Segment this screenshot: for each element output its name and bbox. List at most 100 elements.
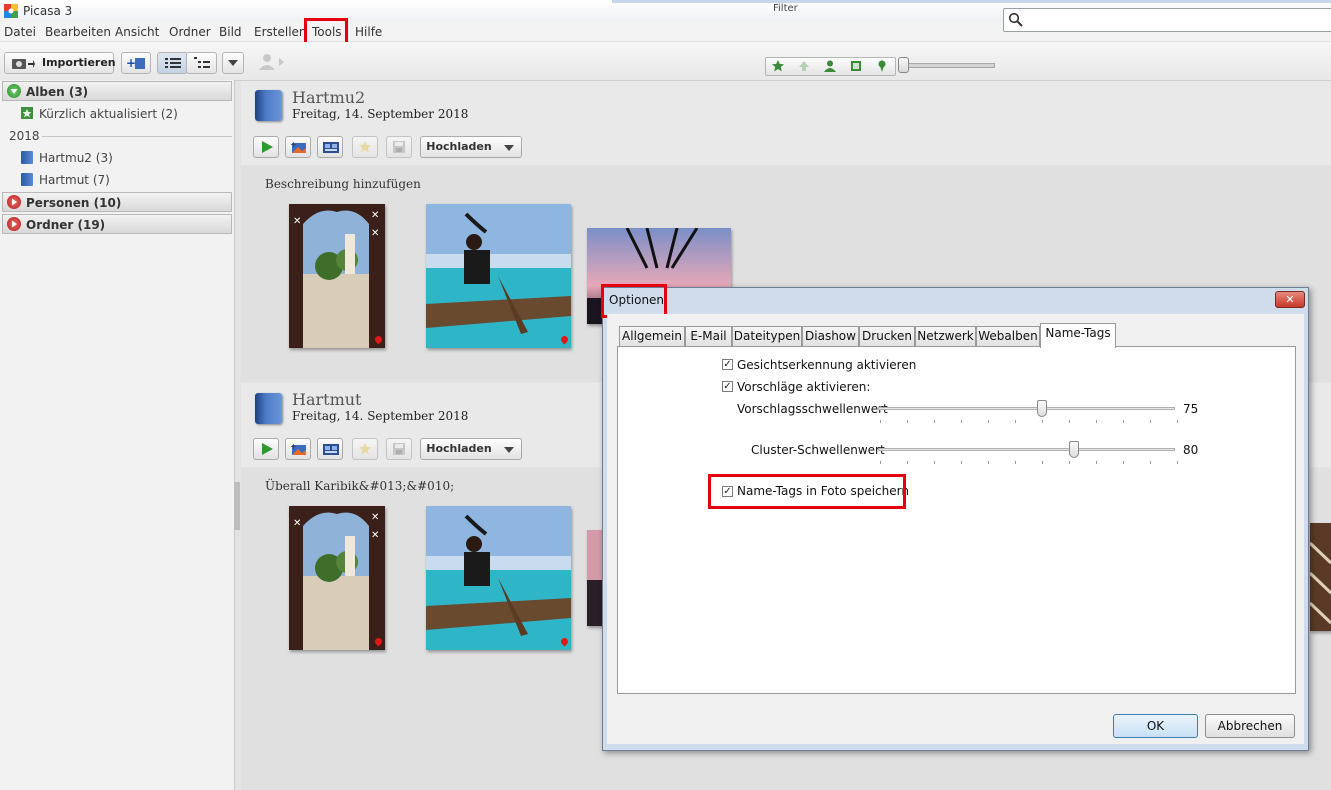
save-tags-highlight <box>708 474 906 509</box>
tab-dateitypen[interactable]: Dateitypen <box>732 326 802 347</box>
album-date: Freitag, 14. September 2018 <box>292 409 469 423</box>
app-title: Picasa 3 <box>23 4 73 18</box>
list-view-icon <box>165 58 181 68</box>
save-album-button[interactable] <box>386 438 412 460</box>
person-filter-icon[interactable] <box>823 59 837 73</box>
suggestions-checkbox[interactable]: ✓ <box>722 381 733 392</box>
slider-tick <box>988 420 989 423</box>
star-album-button[interactable] <box>352 438 378 460</box>
tab-diashow[interactable]: Diashow <box>802 326 859 347</box>
slideshow-button[interactable] <box>253 136 279 158</box>
filter-slider-thumb[interactable] <box>898 57 909 73</box>
upload-dropdown-button[interactable] <box>497 136 522 158</box>
star-filter-icon[interactable] <box>771 59 785 73</box>
collapsed-icon <box>7 217 21 231</box>
menu-ordner[interactable]: Ordner <box>169 25 211 39</box>
video-filter-icon[interactable] <box>849 59 863 73</box>
suggest-threshold-label: Vorschlagsschwellenwert <box>737 402 888 416</box>
collage-button[interactable] <box>317 438 343 460</box>
upload-dropdown-button[interactable] <box>497 438 522 460</box>
tab-drucken[interactable]: Drucken <box>859 326 915 347</box>
svg-text:+: + <box>290 442 297 451</box>
slider-tick <box>1042 461 1043 464</box>
play-icon <box>262 443 273 455</box>
face-detection-label[interactable]: Gesichtserkennung aktivieren <box>737 358 916 372</box>
photo-thumbnail[interactable] <box>1310 523 1331 631</box>
album-title[interactable]: Hartmu2 <box>292 88 365 107</box>
upload-button[interactable]: Hochladen <box>420 438 498 460</box>
suggestions-label[interactable]: Vorschläge aktivieren: <box>737 380 870 394</box>
tab-webalben[interactable]: Webalben <box>976 326 1040 347</box>
star-album-button[interactable] <box>352 136 378 158</box>
cluster-threshold-label: Cluster-Schwellenwert <box>751 443 885 457</box>
album-title[interactable]: Hartmut <box>292 390 361 409</box>
menu-ansicht[interactable]: Ansicht <box>115 25 159 39</box>
tab-email[interactable]: E-Mail <box>685 326 732 347</box>
cluster-threshold-thumb[interactable] <box>1069 441 1079 458</box>
filter-slider-track[interactable] <box>905 63 995 68</box>
sidebar-item-hartmut[interactable]: Hartmut (7) <box>39 173 110 187</box>
tree-view-icon <box>194 57 210 68</box>
album-date: Freitag, 14. September 2018 <box>292 107 469 121</box>
face-detection-checkbox[interactable]: ✓ <box>722 359 733 370</box>
slideshow-button[interactable] <box>253 438 279 460</box>
edit-album-button[interactable]: + <box>285 438 311 460</box>
suggest-threshold-thumb[interactable] <box>1037 400 1047 417</box>
photo-thumbnail[interactable] <box>426 506 571 650</box>
sidebar-item-hartmu2[interactable]: Hartmu2 (3) <box>39 151 113 165</box>
tab-name-tags[interactable]: Name-Tags <box>1040 323 1116 348</box>
menu-datei[interactable]: Datei <box>4 25 36 39</box>
new-album-button[interactable]: + <box>121 52 151 74</box>
people-section-header[interactable]: Personen (10) <box>2 192 232 212</box>
pane-splitter[interactable] <box>234 482 240 530</box>
cancel-button[interactable]: Abbrechen <box>1205 714 1295 738</box>
photo-thumbnail[interactable] <box>587 530 603 626</box>
menu-erstellen[interactable]: Erstellen <box>254 25 307 39</box>
tab-allgemein[interactable]: Allgemein <box>619 326 685 347</box>
slider-tick <box>880 461 881 464</box>
slider-tick <box>1123 420 1124 423</box>
svg-text:✕: ✕ <box>371 530 379 541</box>
search-input[interactable] <box>1003 8 1331 32</box>
menu-hilfe[interactable]: Hilfe <box>355 25 382 39</box>
list-view-button[interactable] <box>157 52 188 74</box>
import-button[interactable]: Importieren <box>4 52 116 74</box>
star-icon <box>359 141 371 153</box>
play-icon <box>262 141 273 153</box>
menu-bild[interactable]: Bild <box>219 25 242 39</box>
cluster-threshold-value: 80 <box>1183 443 1199 457</box>
slider-tick <box>880 420 881 423</box>
sidebar-item-recent[interactable]: Kürzlich aktualisiert (2) <box>39 107 178 121</box>
people-section-label: Personen (10) <box>26 196 122 210</box>
albums-section-header[interactable]: Alben (3) <box>2 81 232 101</box>
svg-text:✕: ✕ <box>293 216 301 227</box>
photo-thumbnail[interactable]: ✕ ✕ ✕ <box>289 506 385 650</box>
albums-section-label: Alben (3) <box>26 85 89 99</box>
geotag-filter-icon[interactable] <box>875 59 889 73</box>
suggest-threshold-value: 75 <box>1183 402 1199 416</box>
upload-button[interactable]: Hochladen <box>420 136 498 158</box>
save-icon <box>393 443 405 455</box>
tree-view-button[interactable] <box>186 52 217 74</box>
view-dropdown-button[interactable] <box>222 52 244 74</box>
menu-bearbeiten[interactable]: Bearbeiten <box>45 25 111 39</box>
ok-button[interactable]: OK <box>1113 714 1198 738</box>
photo-thumbnail[interactable] <box>426 204 571 348</box>
album-description[interactable]: Beschreibung hinzufügen <box>265 177 421 191</box>
svg-text:✕: ✕ <box>371 512 379 523</box>
album-description[interactable]: Überall Karibik&#013;&#010; <box>265 479 454 493</box>
tab-netzwerk[interactable]: Netzwerk <box>915 326 976 347</box>
folders-section-header[interactable]: Ordner (19) <box>2 214 232 234</box>
suggest-threshold-slider[interactable] <box>878 407 1175 410</box>
photo-thumbnail[interactable]: ✕ ✕ ✕ <box>289 204 385 348</box>
picasa-logo-icon <box>4 4 18 18</box>
title-bar-strip <box>612 0 1331 3</box>
svg-text:+: + <box>126 56 136 70</box>
edit-album-button[interactable]: + <box>285 136 311 158</box>
collage-button[interactable] <box>317 136 343 158</box>
close-button[interactable]: ✕ <box>1275 291 1305 308</box>
slider-tick <box>1177 461 1178 464</box>
upload-filter-icon[interactable] <box>797 59 811 73</box>
cluster-threshold-slider[interactable] <box>878 448 1175 451</box>
save-album-button[interactable] <box>386 136 412 158</box>
